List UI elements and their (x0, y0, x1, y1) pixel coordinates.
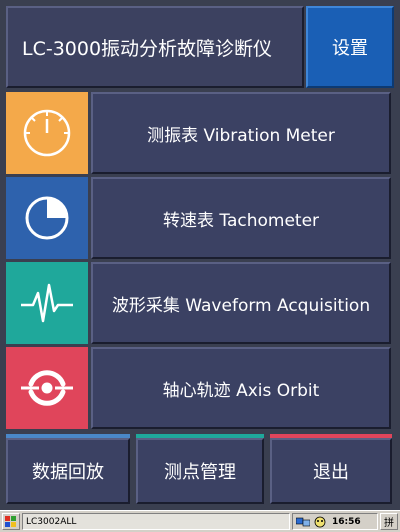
settings-button[interactable]: 设置 (306, 6, 394, 88)
input-method-icon[interactable] (314, 516, 326, 528)
clock: 16:56 (332, 516, 361, 527)
task-button-lc3002all[interactable]: LC3002ALL (22, 513, 290, 530)
exit-button[interactable]: 退出 (270, 438, 392, 504)
start-button[interactable] (2, 513, 20, 530)
vibration-meter-button[interactable]: 测振表 Vibration Meter (91, 92, 391, 174)
windows-flag-icon (5, 516, 16, 527)
vibration-meter-label: 测振表 Vibration Meter (147, 125, 335, 146)
orbit-icon (21, 370, 73, 406)
measure-point-management-label: 测点管理 (164, 462, 236, 483)
vibration-meter-tile[interactable] (6, 92, 88, 174)
waveform-acquisition-label: 波形采集 Waveform Acquisition (111, 295, 371, 316)
axis-orbit-label: 轴心轨迹 Axis Orbit (162, 380, 320, 401)
tachometer-label: 转速表 Tachometer (162, 210, 320, 231)
data-playback-button[interactable]: 数据回放 (6, 438, 130, 504)
app-screen: LC-3000振动分析故障诊断仪 设置 测振表 Vibration Meter … (0, 0, 400, 510)
data-playback-label: 数据回放 (32, 462, 104, 483)
task-label: LC3002ALL (26, 516, 77, 527)
pie-chart-icon (25, 196, 69, 240)
axis-orbit-button[interactable]: 轴心轨迹 Axis Orbit (91, 347, 391, 429)
tachometer-tile[interactable] (6, 177, 88, 259)
taskbar: LC3002ALL 16:56 拼 (0, 510, 400, 532)
network-icon[interactable] (296, 516, 310, 528)
measure-point-management-button[interactable]: 测点管理 (136, 438, 264, 504)
system-tray: 16:56 (292, 513, 378, 530)
tachometer-button[interactable]: 转速表 Tachometer (91, 177, 391, 259)
waveform-acquisition-button[interactable]: 波形采集 Waveform Acquisition (91, 262, 391, 344)
gauge-icon (23, 109, 71, 157)
waveform-icon (21, 283, 73, 323)
axis-orbit-tile[interactable] (6, 347, 88, 429)
app-title-bar: LC-3000振动分析故障诊断仪 (6, 6, 304, 88)
app-title: LC-3000振动分析故障诊断仪 (22, 37, 273, 60)
waveform-tile[interactable] (6, 262, 88, 344)
exit-label: 退出 (313, 462, 349, 483)
ime-indicator[interactable]: 拼 (380, 513, 398, 530)
ime-label: 拼 (384, 518, 394, 529)
settings-label: 设置 (332, 38, 368, 59)
